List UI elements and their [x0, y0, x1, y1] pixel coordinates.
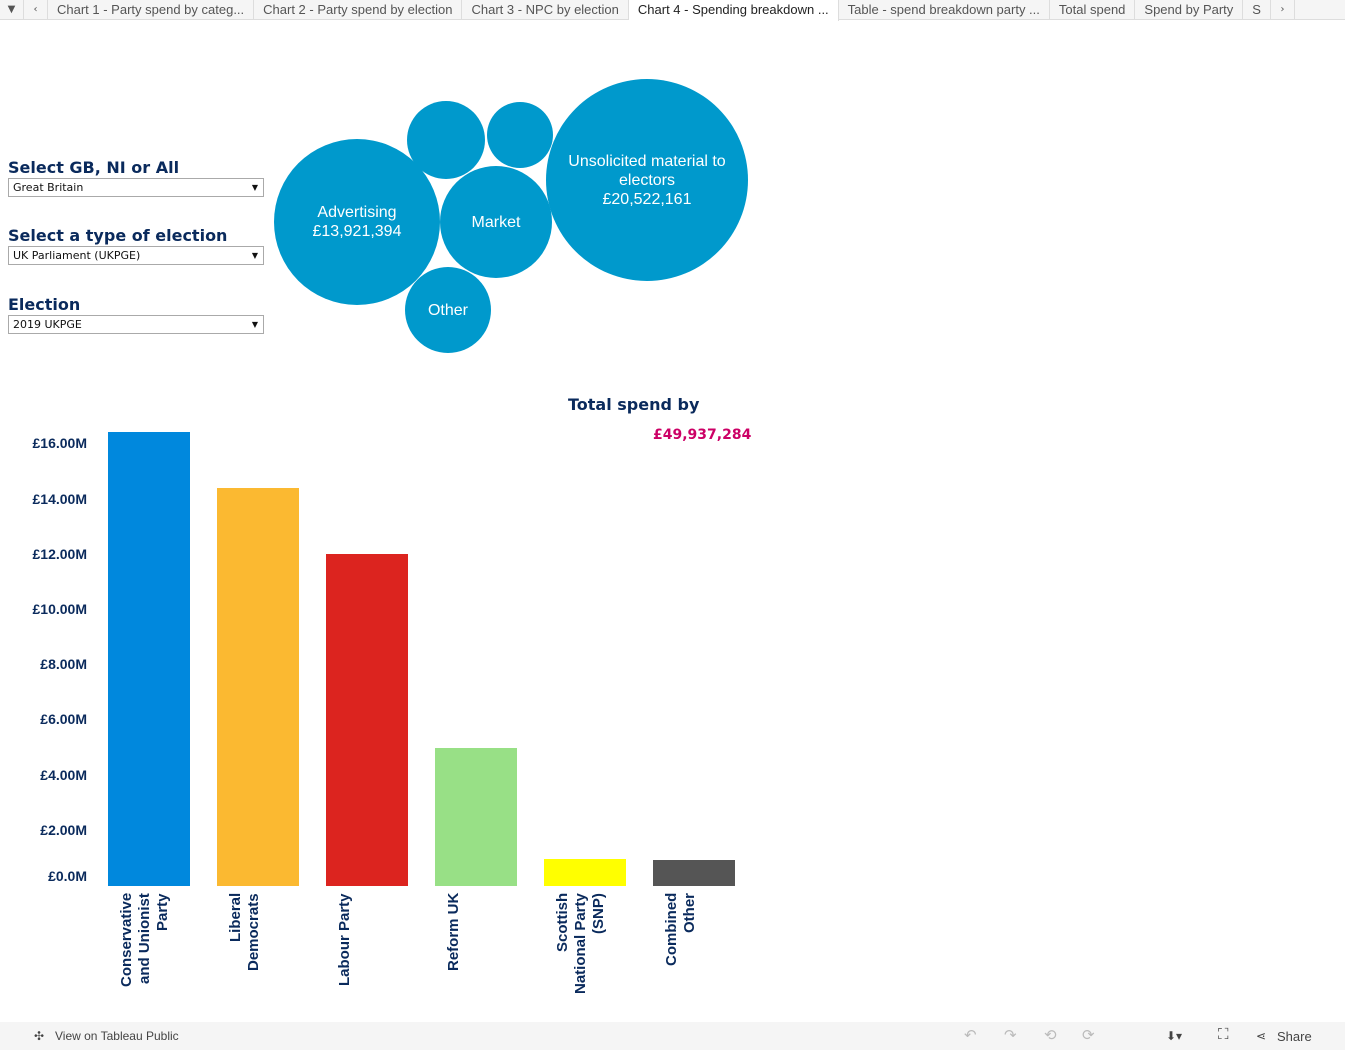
- tab[interactable]: S: [1243, 0, 1271, 19]
- bar[interactable]: [653, 860, 735, 886]
- refresh-icon[interactable]: ⟳: [1082, 1026, 1095, 1044]
- redo-icon[interactable]: ↷: [1004, 1026, 1017, 1044]
- bubble-unsolicited[interactable]: Unsolicited material to electors £20,522,…: [546, 79, 748, 281]
- chart-title: Total spend by: [568, 395, 700, 414]
- filter-label: Select GB, NI or All: [8, 158, 180, 177]
- tab[interactable]: Chart 1 - Party spend by categ...: [48, 0, 255, 19]
- x-tick-label: Combined Other: [663, 893, 698, 967]
- revert-icon[interactable]: ⟲: [1044, 1026, 1057, 1044]
- bar[interactable]: [544, 858, 626, 886]
- y-tick-label: £14.00M: [32, 490, 87, 507]
- tableau-icon: ✣: [34, 1029, 45, 1043]
- share-icon[interactable]: ⋖: [1256, 1029, 1266, 1043]
- y-tick-label: £10.00M: [32, 601, 87, 617]
- sheet-tabs: ▼ ‹ Chart 1 - Party spend by categ... Ch…: [0, 0, 1345, 21]
- tabs-menu-icon[interactable]: ▼: [0, 0, 24, 19]
- y-tick-label: £12.00M: [32, 545, 87, 562]
- y-tick-label: £8.00M: [40, 656, 87, 673]
- election-type-select[interactable]: UK Parliament (UKPGE) ▼: [8, 246, 264, 265]
- download-icon[interactable]: ⬇▾: [1166, 1029, 1182, 1043]
- dropdown-arrow-icon: ▼: [251, 320, 258, 329]
- election-select[interactable]: 2019 UKPGE ▼: [8, 315, 264, 334]
- bubble-other[interactable]: Other: [405, 267, 491, 353]
- x-tick-label: Labour Party: [336, 893, 353, 986]
- x-tick-label: Conservative and Unionist Party: [118, 893, 171, 988]
- bubble-label: Other: [427, 301, 468, 319]
- tab[interactable]: Total spend: [1050, 0, 1136, 19]
- region-select[interactable]: Great Britain ▼: [8, 178, 264, 197]
- y-tick-label: £6.00M: [40, 711, 87, 728]
- y-tick-label: £16.00M: [32, 435, 87, 452]
- bar[interactable]: [217, 488, 299, 886]
- y-tick-label: £2.00M: [40, 821, 87, 838]
- y-tick-label: £4.00M: [40, 766, 87, 783]
- x-tick-label: Scottish National Party (SNP): [554, 893, 607, 994]
- bubble-unlabeled[interactable]: [407, 101, 485, 179]
- tab[interactable]: Chart 2 - Party spend by election: [254, 0, 463, 19]
- undo-icon[interactable]: ↶: [964, 1026, 977, 1044]
- view-on-tableau-link[interactable]: View on Tableau Public: [55, 1029, 179, 1043]
- bubble-unlabeled[interactable]: [487, 102, 553, 168]
- filter-label: Election: [8, 295, 81, 314]
- bar[interactable]: [326, 553, 408, 886]
- bubble-label: Advertising: [317, 204, 397, 221]
- tabs-prev-icon[interactable]: ‹: [24, 0, 48, 19]
- x-tick-label: Reform UK: [445, 893, 462, 972]
- filter-label: Select a type of election: [8, 226, 228, 245]
- bar[interactable]: [108, 431, 190, 886]
- fullscreen-icon[interactable]: ⛶: [1218, 1026, 1229, 1043]
- bubble-label: Market: [471, 213, 521, 231]
- bubble-market[interactable]: Market: [440, 166, 552, 278]
- bar[interactable]: [435, 748, 517, 886]
- select-value: Great Britain: [13, 181, 84, 194]
- bubble-label: Unsolicited material to electors: [568, 152, 726, 189]
- tab[interactable]: Spend by Party: [1135, 0, 1244, 19]
- dropdown-arrow-icon: ▼: [251, 183, 258, 192]
- tab-active[interactable]: Chart 4 - Spending breakdown ...: [628, 0, 839, 21]
- bubble-value: £20,522,161: [602, 190, 692, 208]
- footer: ✣ View on Tableau Public ↶ ↷ ⟲ ⟳ ⬇▾ ⛶ ⋖ …: [0, 1022, 1345, 1050]
- dropdown-arrow-icon: ▼: [251, 251, 258, 260]
- y-tick-label: £0.0M: [48, 868, 87, 884]
- tab[interactable]: Table - spend breakdown party ...: [839, 0, 1050, 19]
- x-tick-label: Liberal Democrats: [227, 893, 262, 971]
- tabs-next-icon[interactable]: ›: [1271, 0, 1295, 19]
- tab[interactable]: Chart 3 - NPC by election: [462, 0, 629, 19]
- select-value: 2019 UKPGE: [13, 318, 82, 331]
- bubble-value: £13,921,394: [312, 223, 402, 240]
- total-value: £49,937,284: [653, 427, 752, 443]
- share-button[interactable]: Share: [1277, 1029, 1312, 1044]
- select-value: UK Parliament (UKPGE): [13, 249, 141, 262]
